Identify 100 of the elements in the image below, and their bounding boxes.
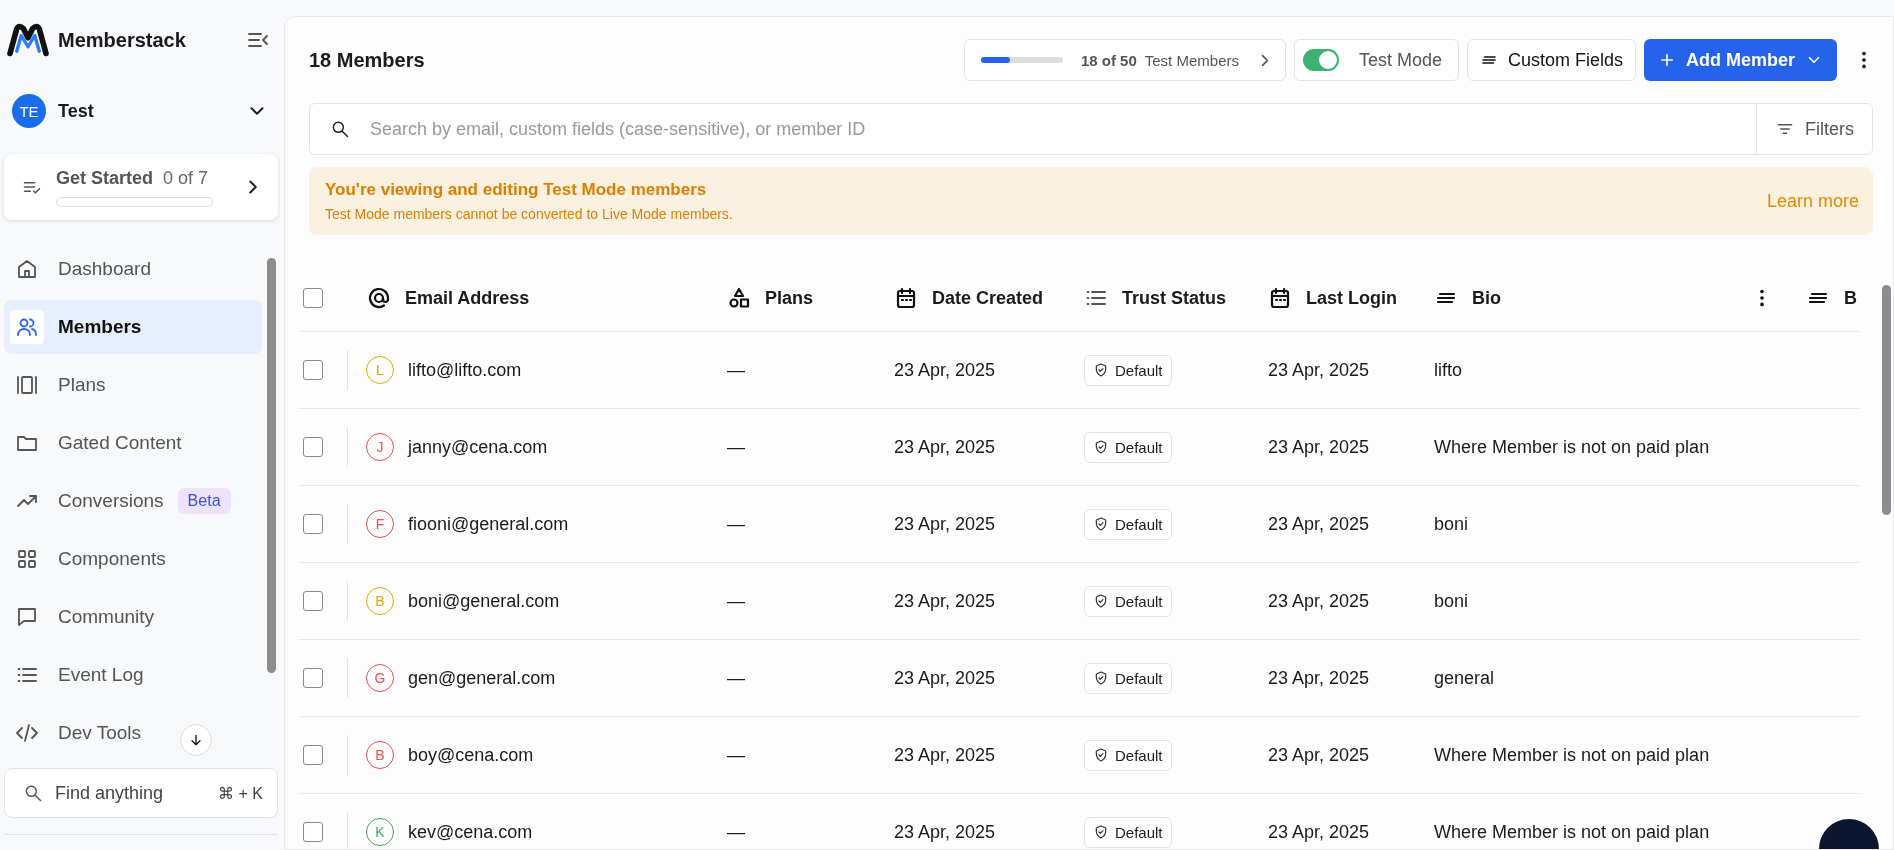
at-icon xyxy=(367,286,391,310)
chevron-right-icon xyxy=(1260,53,1269,67)
bio-cell: Where Member is not on paid plan xyxy=(1434,744,1710,766)
arrow-down-icon xyxy=(188,732,204,748)
plans-cell: — xyxy=(727,513,745,535)
bio-cell: boni xyxy=(1434,513,1469,535)
shield-icon xyxy=(1093,593,1109,609)
last-login-cell: 23 Apr, 2025 xyxy=(1268,667,1370,689)
bio-cell: Where Member is not on paid plan xyxy=(1434,436,1710,458)
get-started-card[interactable]: Get Started 0 of 7 xyxy=(4,154,278,220)
date-created-cell: 23 Apr, 2025 xyxy=(894,744,996,766)
grid-icon xyxy=(15,547,39,571)
date-created-cell: 23 Apr, 2025 xyxy=(894,667,996,689)
column-header[interactable]: Date Created xyxy=(932,287,1044,309)
column-header[interactable]: Bio xyxy=(1472,287,1501,309)
last-login-cell: 23 Apr, 2025 xyxy=(1268,436,1370,458)
workspace-selector[interactable]: TE Test xyxy=(4,86,278,136)
usage-label: Test Members xyxy=(1144,51,1240,69)
shield-icon xyxy=(1093,824,1109,840)
plans-cell: — xyxy=(727,821,745,843)
row-checkbox[interactable] xyxy=(303,591,323,611)
bio-cell: boni xyxy=(1434,590,1469,612)
find-placeholder: Find anything xyxy=(55,782,165,804)
nav-item[interactable]: Dev Tools xyxy=(4,706,262,760)
plans-cell: — xyxy=(727,359,745,381)
nav-item[interactable]: Event Log xyxy=(4,648,262,702)
test-mode-label: Test Mode xyxy=(1358,49,1442,71)
plans-cell: — xyxy=(727,744,745,766)
shapes-icon xyxy=(727,286,751,310)
nav-item[interactable]: Community xyxy=(4,590,262,644)
member-usage-button[interactable]: 18 of 50 Test Members xyxy=(963,39,1286,81)
filters-button[interactable]: Filters xyxy=(1756,104,1872,154)
test-mode-toggle[interactable]: Test Mode xyxy=(1293,39,1459,81)
column-header[interactable]: Trust Status xyxy=(1122,287,1227,309)
last-login-cell: 23 Apr, 2025 xyxy=(1268,513,1370,535)
email-cell[interactable]: boy@cena.com xyxy=(408,744,534,766)
row-checkbox[interactable] xyxy=(303,822,323,842)
column-header[interactable]: Last Login xyxy=(1306,287,1397,309)
date-created-cell: 23 Apr, 2025 xyxy=(894,590,996,612)
last-login-cell: 23 Apr, 2025 xyxy=(1268,744,1370,766)
add-member-button[interactable]: Add Member xyxy=(1644,39,1837,81)
date-created-cell: 23 Apr, 2025 xyxy=(894,513,996,535)
toggle-switch[interactable] xyxy=(1302,49,1339,71)
email-cell[interactable]: kev@cena.com xyxy=(408,821,533,843)
code-icon xyxy=(15,721,39,745)
email-cell[interactable]: lifto@lifto.com xyxy=(408,359,522,381)
last-login-cell: 23 Apr, 2025 xyxy=(1268,821,1370,843)
brand-name: Memberstack xyxy=(58,28,187,52)
find-anything-field[interactable]: Find anything ⌘ + K xyxy=(4,768,278,818)
get-started-label: Get Started xyxy=(56,167,154,189)
email-cell[interactable]: fiooni@general.com xyxy=(408,513,569,535)
workspace-name: Test xyxy=(58,100,95,122)
column-header[interactable]: B xyxy=(1844,287,1857,309)
scroll-down-button[interactable] xyxy=(180,724,212,756)
columns-icon xyxy=(15,373,39,397)
row-checkbox[interactable] xyxy=(303,360,323,380)
shield-icon xyxy=(1093,362,1109,378)
trust-status-badge: Default xyxy=(1084,431,1172,463)
row-checkbox[interactable] xyxy=(303,437,323,457)
plans-cell: — xyxy=(727,436,745,458)
shield-icon xyxy=(1093,516,1109,532)
search-icon xyxy=(23,783,43,803)
nav-item[interactable]: Components xyxy=(4,532,262,586)
email-cell[interactable]: boni@general.com xyxy=(408,590,560,612)
logo-icon xyxy=(4,22,52,58)
shield-icon xyxy=(1093,439,1109,455)
column-header[interactable]: Plans xyxy=(765,287,814,309)
date-created-cell: 23 Apr, 2025 xyxy=(894,436,996,458)
shield-icon xyxy=(1093,747,1109,763)
beta-badge: Beta xyxy=(177,488,231,514)
banner-text: Test Mode members cannot be converted to Live Mode members. xyxy=(325,206,734,222)
nav-item[interactable]: Conversions Beta xyxy=(4,474,262,528)
column-header[interactable]: Email Address xyxy=(405,287,530,309)
usage-count: 18 of 50 xyxy=(1080,51,1137,69)
member-search-field[interactable]: Search by email, custom fields (case-sensitive), or member ID Filters xyxy=(309,103,1873,155)
bio-cell: lifto xyxy=(1434,359,1462,381)
row-checkbox[interactable] xyxy=(303,668,323,688)
last-login-cell: 23 Apr, 2025 xyxy=(1268,590,1370,612)
trust-status-badge: Default xyxy=(1084,816,1172,848)
custom-fields-button[interactable]: Custom Fields xyxy=(1466,39,1636,81)
row-checkbox[interactable] xyxy=(303,514,323,534)
row-checkbox[interactable] xyxy=(303,745,323,765)
nav-item[interactable]: Dashboard xyxy=(4,242,262,296)
home-icon xyxy=(15,257,39,281)
plans-cell: — xyxy=(727,590,745,612)
bio-cell: general xyxy=(1434,667,1495,689)
workspace-avatar: TE xyxy=(12,94,46,128)
email-cell[interactable]: gen@general.com xyxy=(408,667,556,689)
search-icon xyxy=(330,119,350,139)
chat-icon xyxy=(15,605,39,629)
date-created-cell: 23 Apr, 2025 xyxy=(894,821,996,843)
banner-title: You're viewing and editing Test Mode members xyxy=(325,180,708,200)
nav-item[interactable]: Gated Content xyxy=(4,416,262,470)
nav-item[interactable]: Plans xyxy=(4,358,262,412)
email-cell[interactable]: janny@cena.com xyxy=(408,436,548,458)
keyboard-shortcut: ⌘ + K xyxy=(218,783,263,803)
plans-cell: — xyxy=(727,667,745,689)
nav-item[interactable]: Members xyxy=(4,300,262,354)
trust-status-badge: Default xyxy=(1084,585,1172,617)
select-all-checkbox[interactable] xyxy=(303,288,323,308)
